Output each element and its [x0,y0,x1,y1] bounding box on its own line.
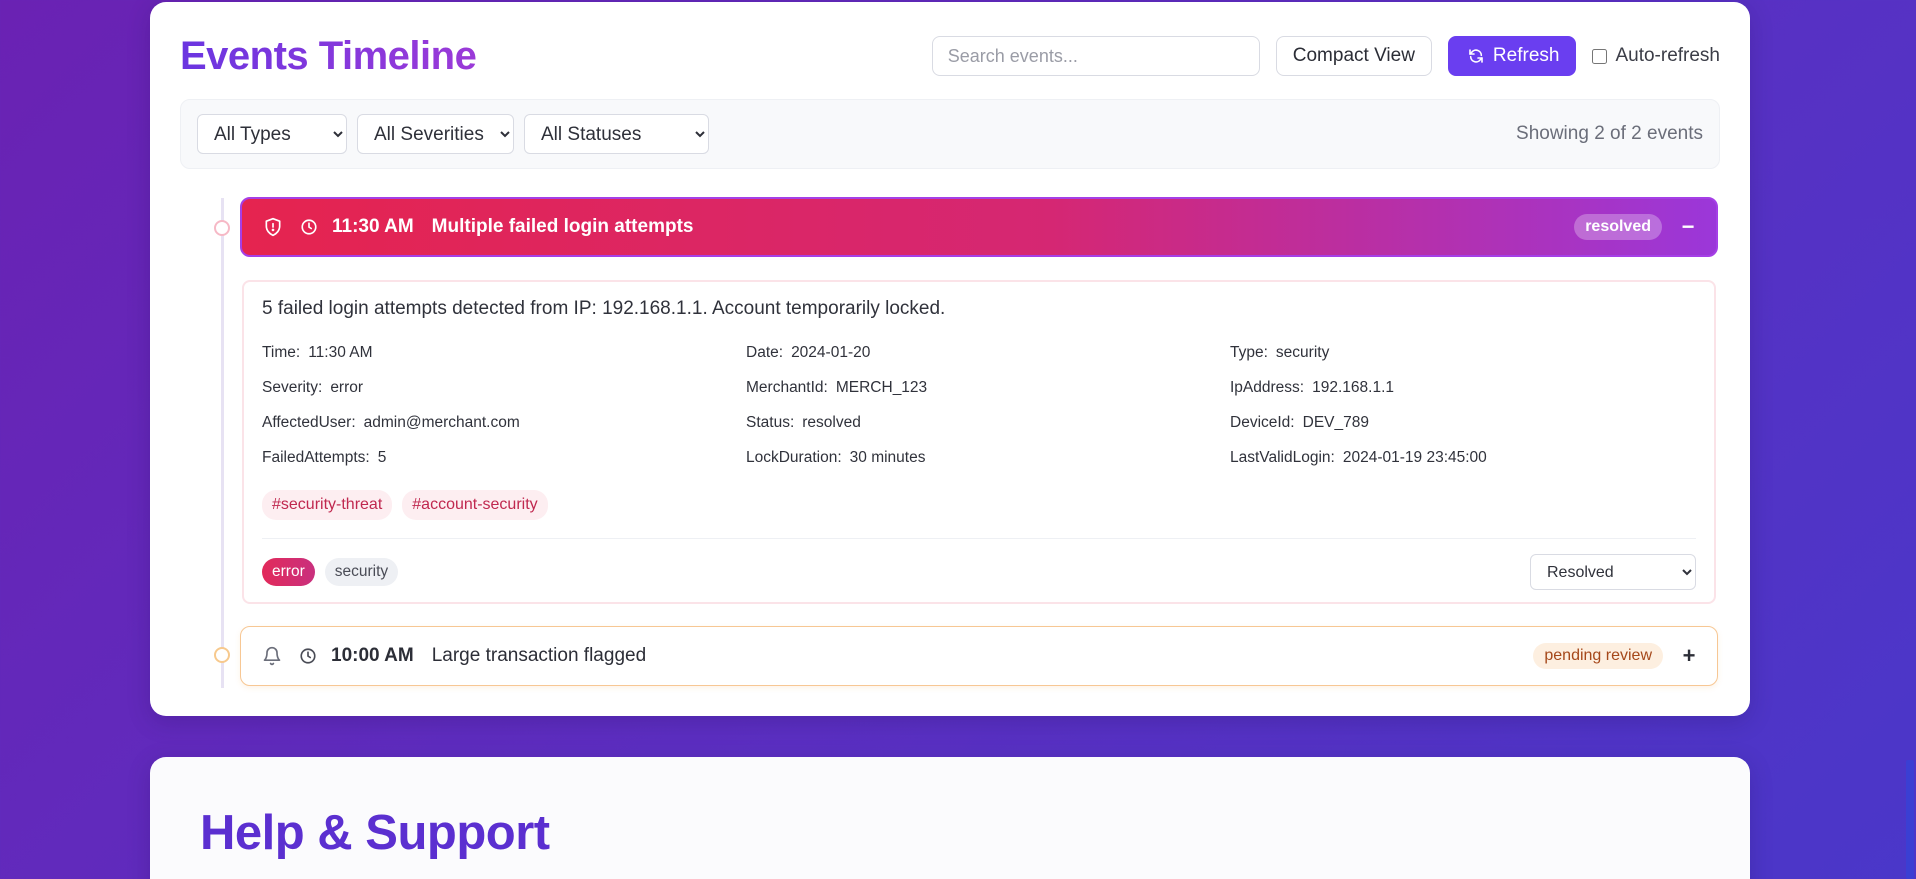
event-metadata: Time: 11:30 AM Date: 2024-01-20 Type: secur… [262,344,1702,469]
event-time: 10:00 AM [331,645,414,666]
meta-device-id: DeviceId: DEV_789 [1230,414,1369,431]
event-status-select[interactable]: Resolved [1530,554,1696,590]
filter-selects: All Types All Severities All Statuses [197,114,709,154]
tag-security-threat[interactable]: #security-threat [262,490,393,520]
meta-merchant-id: MerchantId: MERCH_123 [746,379,928,396]
meta-ip-address: IpAddress: 192.168.1.1 [1230,379,1394,396]
meta-status: Status: resolved [746,414,861,431]
event-description: 5 failed login attempts detected from IP… [262,298,946,319]
refresh-button[interactable]: Refresh [1447,36,1577,76]
meta-affected-user: AffectedUser: admin@merchant.com [262,414,520,431]
refresh-label: Refresh [1492,45,1560,66]
timeline-dot [214,647,230,663]
meta-time: Time: 11:30 AM [262,344,373,361]
auto-refresh-checkbox[interactable] [1592,48,1608,64]
meta-type: Type: security [1230,344,1330,361]
events-timeline-card: Events Timeline Compact View Refresh Aut… [150,2,1750,716]
type-filter[interactable]: All Types [197,114,347,154]
event-badges: error security [262,558,399,586]
shield-icon [262,216,284,238]
type-badge: security [324,558,399,586]
meta-severity: Severity: error [262,379,364,396]
filter-bar: All Types All Severities All Statuses Sh… [180,99,1720,169]
header-controls: Compact View Refresh Auto-refresh [931,36,1720,76]
event-title: Multiple failed login attempts [431,216,694,237]
timeline-line [221,198,224,688]
help-support-card: Help & Support [150,757,1750,879]
tag-account-security[interactable]: #account-security [402,490,548,520]
compact-view-button[interactable]: Compact View [1275,36,1432,76]
scrollbar-thumb[interactable] [1906,760,1914,879]
bell-icon [261,645,283,667]
event-time: 11:30 AM [332,216,414,237]
divider [262,538,1696,539]
events-header: Events Timeline Compact View Refresh Aut… [180,26,1720,86]
event-header-failed-login[interactable]: 11:30 AM Multiple failed login attempts … [240,197,1718,257]
status-badge: pending review [1533,643,1663,669]
event-header-large-transaction[interactable]: 10:00 AM Large transaction flagged pendi… [240,626,1718,686]
event-title: Large transaction flagged [431,645,647,666]
help-title: Help & Support [200,806,550,860]
meta-failed-attempts: FailedAttempts: 5 [262,449,387,466]
meta-lock-duration: LockDuration: 30 minutes [746,449,926,466]
timeline-dot [214,220,230,236]
meta-date: Date: 2024-01-20 [746,344,871,361]
refresh-icon [1465,45,1487,67]
page-scrollbar[interactable] [1904,0,1916,879]
auto-refresh-label: Auto-refresh [1615,45,1720,66]
event-count: Showing 2 of 2 events [1516,123,1703,144]
page-title: Events Timeline [180,33,477,78]
event-tags: #security-threat #account-security [262,490,548,520]
expand-button[interactable]: + [1681,643,1697,669]
clock-icon [297,645,319,667]
clock-icon [298,216,320,238]
meta-last-valid-login: LastValidLogin: 2024-01-19 23:45:00 [1230,449,1487,466]
severity-filter[interactable]: All Severities [357,114,514,154]
severity-badge: error [262,558,315,586]
event-details: 5 failed login attempts detected from IP… [242,280,1716,604]
status-badge: resolved [1574,214,1662,240]
status-filter[interactable]: All Statuses [524,114,709,154]
collapse-button[interactable]: − [1680,214,1696,240]
search-input[interactable] [931,36,1260,76]
auto-refresh-toggle[interactable]: Auto-refresh [1592,45,1720,67]
